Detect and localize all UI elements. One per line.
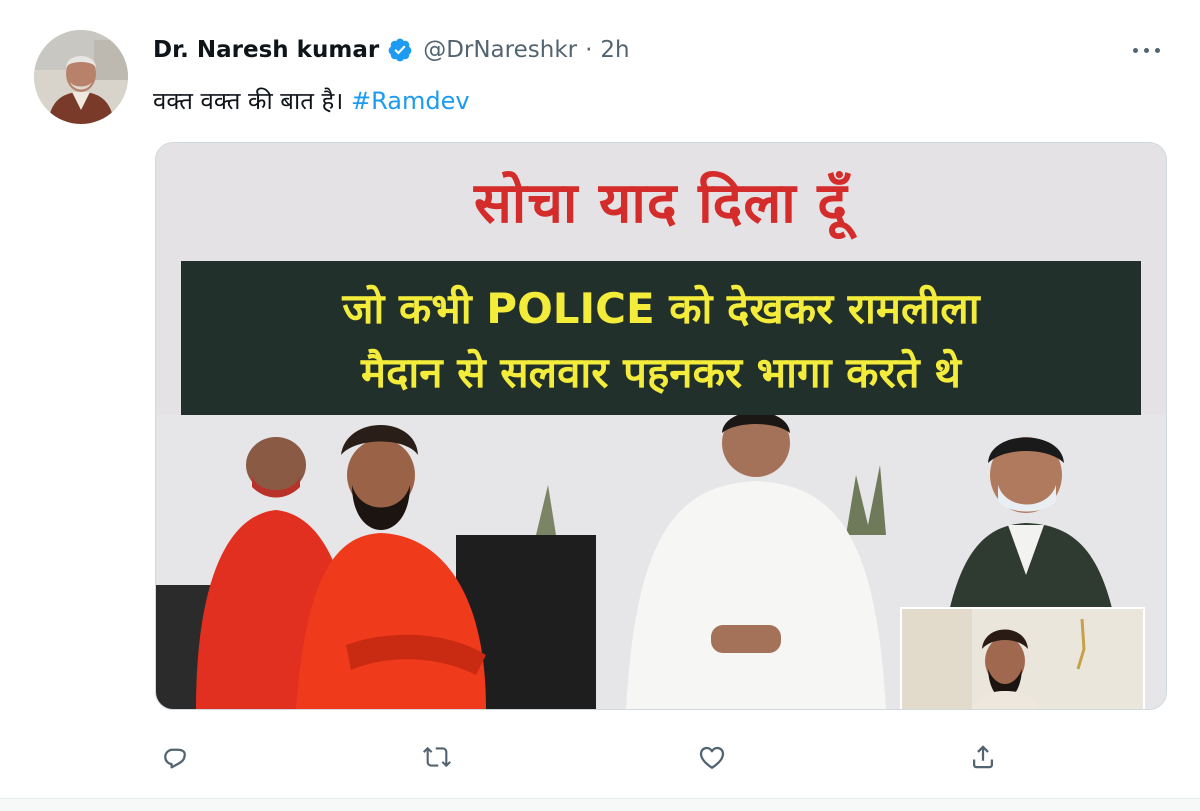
media-headline-text: सोचा याद दिला दूँ [473, 171, 849, 236]
media-inset-photo [900, 607, 1145, 709]
like-icon [699, 746, 725, 769]
share-icon [973, 745, 993, 769]
share-button[interactable] [962, 736, 1004, 778]
tweet-text-body: वक्त वक्त की बात है। [153, 87, 344, 115]
author-display-name[interactable]: Dr. Naresh kumar [153, 37, 379, 63]
separator-dot: · [585, 37, 593, 63]
timeline-divider [0, 798, 1200, 811]
tweet-timestamp[interactable]: 2h [600, 37, 629, 63]
media-caption-band: जो कभी POLICE को देखकर रामलीला मैदान से … [181, 261, 1141, 415]
tweet-text: वक्त वक्त की बात है। #Ramdev [153, 84, 470, 117]
tweet-media-image[interactable]: सोचा याद दिला दूँ जो कभी POLICE को देखकर… [155, 142, 1167, 710]
more-options-icon[interactable] [1126, 36, 1166, 64]
like-button[interactable] [691, 736, 733, 778]
avatar-photo [34, 30, 128, 124]
reply-icon [164, 748, 186, 769]
tweet-header: Dr. Naresh kumar @DrNareshkr · 2h [153, 30, 630, 70]
avatar[interactable] [34, 30, 128, 124]
verified-badge-icon [387, 37, 413, 63]
reply-button[interactable] [154, 736, 196, 778]
tweet-card[interactable]: Dr. Naresh kumar @DrNareshkr · 2h वक्त व… [0, 0, 1200, 800]
retweet-icon [423, 746, 451, 768]
media-caption-line-2: मैदान से सलवार पहनकर भागा करते थे [360, 348, 962, 397]
tweet-actions-bar [154, 736, 1014, 778]
media-caption-line-1: जो कभी POLICE को देखकर रामलीला [342, 284, 980, 333]
author-handle[interactable]: @DrNareshkr [423, 37, 577, 63]
retweet-button[interactable] [416, 736, 458, 778]
hashtag-link[interactable]: #Ramdev [351, 87, 470, 115]
